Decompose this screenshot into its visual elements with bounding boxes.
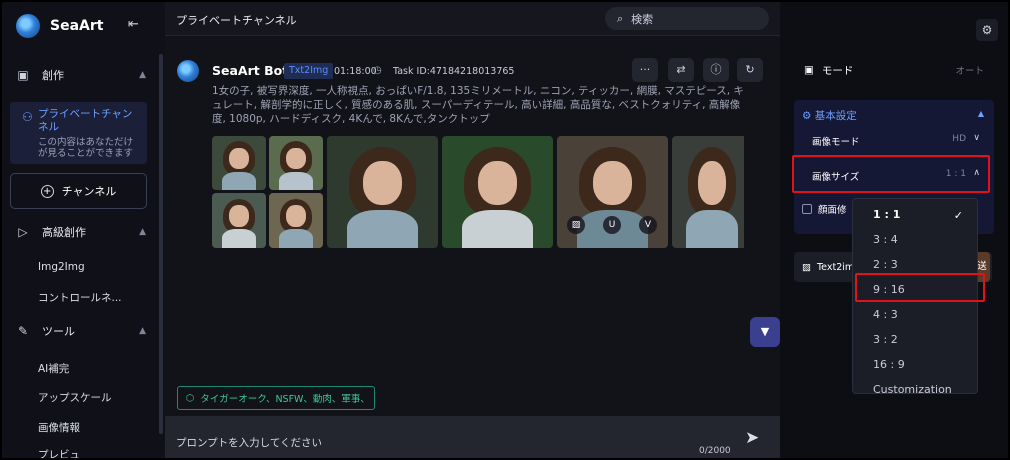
image-size-highlight	[792, 155, 990, 193]
size-option-customization[interactable]: Customization	[873, 383, 952, 393]
mode-icon: ▣	[804, 64, 814, 76]
scroll-down-button[interactable]: ▼	[750, 317, 780, 347]
play-icon: ▷	[18, 225, 28, 239]
send-icon[interactable]: ➤	[745, 428, 759, 448]
face-fix-label: 顔面修	[818, 205, 847, 216]
mode-row[interactable]: ▣ モード オート	[794, 54, 994, 86]
private-channel-label: プライベートチャンネル	[38, 108, 133, 133]
sidebar-item-ai-fill[interactable]: AI補完	[38, 361, 69, 376]
variation-v-button[interactable]: V	[639, 216, 657, 234]
task-id: Task ID:47184218013765	[393, 66, 515, 77]
sidebar-scrollbar[interactable]	[159, 54, 163, 434]
chevron-up-icon: ▲	[139, 70, 146, 80]
basic-settings-label: 基本設定	[814, 110, 857, 122]
main-scrollbar[interactable]	[782, 2, 790, 458]
face-fix-checkbox[interactable]	[802, 204, 812, 214]
nav-advanced[interactable]: ▷ 高級創作 ▲	[2, 219, 160, 245]
chevron-down-icon: ∨	[973, 133, 980, 143]
result-image-4[interactable]	[672, 136, 744, 248]
size-option-3-4[interactable]: 3 : 4	[873, 233, 898, 246]
txt2img-tag: Txt2Img	[284, 63, 334, 79]
size-option-3-2[interactable]: 3 : 2	[873, 333, 898, 346]
sidebar-item-upscale[interactable]: アップスケール	[38, 390, 112, 405]
size-option-9-16-highlight	[855, 273, 985, 302]
upscale-u-button[interactable]: U	[603, 216, 621, 234]
nav-tools-label: ツール	[42, 325, 75, 338]
brand-name: SeaArt	[50, 18, 104, 34]
size-option-16-9[interactable]: 16 : 9	[873, 358, 905, 371]
bot-name: SeaArt Bot	[212, 63, 289, 78]
collapse-sidebar-icon[interactable]: ⇤	[128, 18, 142, 32]
char-counter: 0/2000	[699, 446, 731, 456]
size-option-2-3[interactable]: 2 : 3	[873, 258, 898, 271]
more-options-button[interactable]: ···	[632, 58, 658, 82]
user-icon: ⚇	[22, 110, 33, 124]
size-option-4-3[interactable]: 4 : 3	[873, 308, 898, 321]
bot-avatar	[177, 60, 199, 82]
image-mode-row[interactable]: 画像モード HD ∨	[804, 130, 986, 152]
prompt-input-placeholder: プロンプトを入力してください	[176, 437, 323, 449]
add-channel-label: チャンネル	[61, 185, 117, 198]
chevron-up-icon: ▲	[139, 326, 146, 336]
nav-tools[interactable]: ✎ ツール ▲	[2, 318, 160, 344]
negative-prompt-text: タイガーオーク、NSFW、動肉、軍事、	[200, 394, 370, 405]
size-option-1-1[interactable]: 1 : 1	[873, 208, 900, 221]
message-time: 01:18:00	[334, 66, 377, 77]
image-icon: ▨	[802, 261, 811, 273]
nav-create[interactable]: ▣ 創作 ▲	[2, 62, 160, 88]
sidebar-item-img2img[interactable]: Img2Img	[38, 261, 85, 273]
result-image-2[interactable]	[442, 136, 553, 248]
nav-create-label: 創作	[42, 69, 64, 82]
result-grid-image-2[interactable]	[269, 136, 323, 190]
negative-prompt-tag[interactable]: ⬡ タイガーオーク、NSFW、動肉、軍事、	[177, 386, 375, 410]
wrench-icon: ✎	[17, 324, 29, 338]
prompt-input[interactable]: プロンプトを入力してください 0/2000 ➤	[165, 416, 780, 458]
sidebar-item-preview[interactable]: プレビュ	[38, 447, 80, 458]
plus-icon: +	[40, 184, 54, 198]
sidebar: SeaArt ⇤ ▣ 創作 ▲ ⚇ プライベートチャンネル この内容はあなただけ…	[2, 2, 165, 458]
search-box[interactable]: ⌕ 検索	[605, 7, 769, 30]
basic-settings-title[interactable]: ⚙ 基本設定	[802, 108, 857, 123]
prompt-text: 1女の子, 被写界深度, 一人称視点, おっぱいF/1.8, 135ミリメートル…	[212, 85, 744, 125]
cube-icon: ⬡	[186, 392, 195, 404]
image-mode-value: HD	[952, 134, 966, 144]
search-icon: ⌕	[617, 11, 624, 25]
sidebar-item-image-info[interactable]: 画像情報	[38, 420, 80, 435]
private-channel-item[interactable]: ⚇ プライベートチャンネル この内容はあなただけが見ることができます	[10, 102, 147, 164]
mode-value: オート	[955, 66, 984, 77]
chevron-up-icon[interactable]: ▲	[978, 109, 984, 118]
clock-icon: ◷	[373, 65, 382, 76]
result-image-1[interactable]	[327, 136, 438, 248]
info-button[interactable]: ⓘ	[703, 58, 729, 82]
image-icon: ▣	[17, 68, 29, 82]
mode-label: モード	[821, 64, 854, 77]
add-channel-button[interactable]: + チャンネル	[10, 173, 147, 209]
main-area: プライベートチャンネル ⌕ 検索 SeaArt Bot Txt2Img 01:1…	[165, 2, 780, 458]
result-grid-image-4[interactable]	[269, 193, 323, 248]
text2img-label: Text2im	[816, 261, 855, 273]
translate-button[interactable]: ⇄	[668, 58, 694, 82]
private-channel-note: この内容はあなただけが見ることができます	[38, 137, 134, 159]
app-window: SeaArt ⇤ ▣ 創作 ▲ ⚇ プライベートチャンネル この内容はあなただけ…	[2, 2, 1008, 458]
result-grid-image-1[interactable]	[212, 136, 266, 190]
image-results: ▨ U V	[212, 136, 744, 248]
result-grid-image-3[interactable]	[212, 193, 266, 248]
seaart-logo-icon	[16, 14, 40, 38]
gear-icon[interactable]: ⚙	[976, 19, 998, 41]
search-label: 検索	[631, 12, 654, 26]
channel-title: プライベートチャンネル	[176, 14, 297, 27]
chevron-up-icon: ▲	[139, 227, 146, 237]
regenerate-button[interactable]: ↻	[737, 58, 763, 82]
brand[interactable]: SeaArt	[16, 14, 103, 38]
nav-advanced-label: 高級創作	[42, 226, 86, 239]
topbar: プライベートチャンネル ⌕ 検索	[165, 2, 780, 36]
face-fix-row[interactable]: 顔面修	[802, 202, 847, 216]
result-image-3[interactable]: ▨ U V	[557, 136, 668, 248]
edit-image-icon[interactable]: ▨	[567, 216, 585, 234]
sidebar-item-controlnet[interactable]: コントロールネ...	[38, 290, 122, 305]
image-mode-label: 画像モード	[812, 137, 860, 148]
check-icon: ✓	[953, 209, 963, 222]
